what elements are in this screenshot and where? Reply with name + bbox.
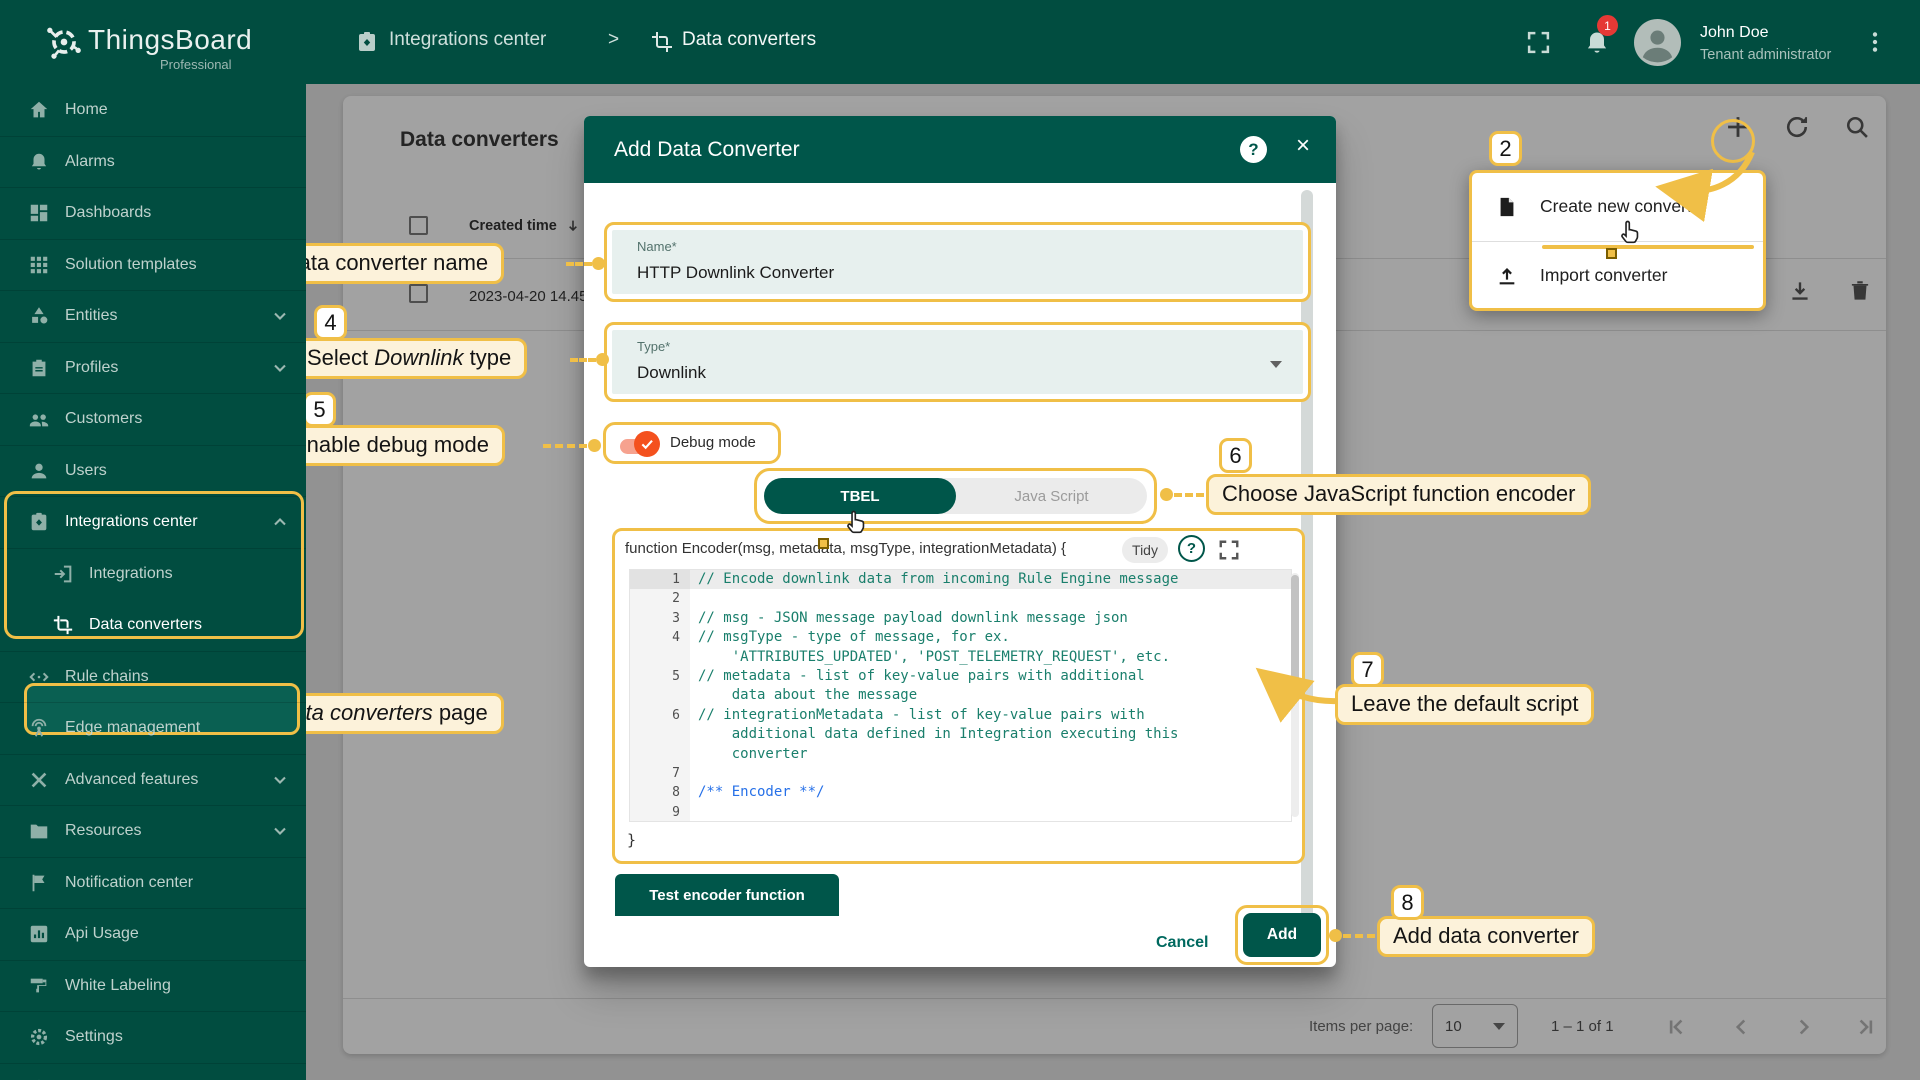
script-language-tabs: TBEL Java Script: [754, 468, 1157, 524]
encoder-function-editor: function Encoder(msg, metadata, msgType,…: [612, 528, 1305, 864]
data-converters-crop-icon: [650, 30, 674, 54]
callout-7-label: Leave the default script: [1335, 684, 1594, 725]
callout-6-anchor-dot: [1160, 488, 1173, 501]
callout-8-connector: [1343, 934, 1375, 938]
code-line: 'ATTRIBUTES_UPDATED', 'POST_TELEMETRY_RE…: [630, 648, 1291, 667]
menu-item-import-converter[interactable]: Import converter: [1472, 242, 1763, 309]
tidy-button[interactable]: Tidy: [1122, 537, 1168, 563]
click-indicator: [1606, 248, 1617, 259]
add-button[interactable]: Add: [1243, 913, 1321, 957]
debug-mode-toggle-group: Debug mode: [603, 422, 781, 464]
check-icon: [639, 436, 655, 452]
plus-button-highlight-ring: [1711, 119, 1755, 163]
name-field[interactable]: Name* HTTP Downlink Converter: [604, 222, 1311, 302]
name-field-label: Name*: [637, 239, 677, 254]
code-line: 9: [630, 803, 1291, 822]
integrations-center-icon: [355, 30, 379, 54]
function-signature: function Encoder(msg, metadata, msgType,…: [625, 540, 1066, 557]
brand-name: ThingsBoard: [88, 24, 252, 56]
dialog-header: Add Data Converter ? ×: [584, 116, 1336, 183]
code-line: 5// metadata - list of key-value pairs w…: [630, 667, 1291, 686]
tabs-track: TBEL Java Script: [764, 478, 1147, 514]
type-select[interactable]: Type* Downlink: [604, 322, 1311, 402]
code-line: 8/** Encoder **/: [630, 783, 1291, 802]
hand-cursor-icon: [842, 508, 870, 536]
avatar[interactable]: [1634, 19, 1681, 66]
dialog-title: Add Data Converter: [614, 138, 800, 162]
callout-4-connector: [570, 358, 596, 362]
add-data-converter-dialog: Add Data Converter ? × Name* HTTP Downli…: [584, 116, 1336, 967]
code-line: 2: [630, 589, 1291, 608]
user-name: John Doe: [1700, 24, 1769, 42]
chevron-down-icon: [1270, 361, 1282, 368]
callout-2-number: 2: [1489, 131, 1522, 166]
click-indicator: [818, 538, 829, 549]
callout-6-number: 6: [1219, 438, 1252, 473]
breadcrumb-separator: >: [608, 29, 619, 51]
callout-4-number: 4: [314, 305, 347, 340]
code-scrollbar-thumb[interactable]: [1291, 575, 1299, 695]
help-icon[interactable]: ?: [1240, 136, 1267, 163]
code-line: 6// integrationMetadata - list of key-va…: [630, 706, 1291, 725]
callout-5-connector: [543, 444, 587, 448]
sidebar-selected-highlight: [24, 683, 300, 735]
callout-8-label: Add data converter: [1377, 916, 1595, 957]
callout-4-anchor-dot: [596, 353, 609, 366]
callout-6-connector: [1174, 493, 1204, 497]
callout-3-anchor-dot: [592, 257, 605, 270]
callout-4-label: Select Downlink type: [291, 338, 527, 379]
closing-brace: }: [627, 831, 636, 849]
callout-5-anchor-dot: [588, 439, 601, 452]
code-line: additional data defined in Integration e…: [630, 725, 1291, 744]
hand-cursor-icon: [1616, 218, 1644, 246]
type-field-label: Type*: [637, 339, 670, 354]
file-icon: [1496, 196, 1518, 218]
app-header: ThingsBoard Professional Integrations ce…: [0, 0, 1920, 84]
code-line: 4// msgType - type of message, for ex.: [630, 628, 1291, 647]
editor-fullscreen-icon[interactable]: [1218, 539, 1240, 561]
code-line: converter: [630, 745, 1291, 764]
code-line: data about the message: [630, 686, 1291, 705]
notification-count-badge: 1: [1597, 15, 1618, 36]
code-line: 1// Encode downlink data from incoming R…: [630, 570, 1291, 589]
code-line: 3// msg - JSON message payload downlink …: [630, 609, 1291, 628]
callout-5-number: 5: [303, 392, 336, 427]
thingsboard-app: ThingsBoard Professional Integrations ce…: [0, 0, 1920, 1080]
callout-5-label: Enable debug mode: [276, 425, 505, 466]
upload-icon: [1496, 265, 1518, 287]
debug-mode-label: Debug mode: [670, 434, 756, 451]
close-icon[interactable]: ×: [1296, 134, 1310, 158]
user-role: Tenant administrator: [1700, 47, 1831, 63]
editor-help-icon[interactable]: ?: [1178, 535, 1205, 562]
thingsboard-logo-icon: [44, 22, 84, 62]
cancel-button[interactable]: Cancel: [1156, 934, 1208, 952]
test-encoder-function-button[interactable]: Test encoder function: [615, 874, 839, 916]
callout-3-connector: [566, 262, 592, 266]
name-field-value: HTTP Downlink Converter: [637, 263, 834, 283]
callout-7-number: 7: [1351, 652, 1384, 687]
tab-javascript[interactable]: Java Script: [956, 478, 1147, 514]
menu-item-underline-marker: [1542, 245, 1754, 249]
callout-8-anchor-dot: [1329, 929, 1342, 942]
type-field-value: Downlink: [637, 363, 706, 383]
callout-8-number: 8: [1391, 885, 1424, 920]
debug-toggle-thumb[interactable]: [634, 431, 660, 457]
fullscreen-icon[interactable]: [1526, 30, 1551, 55]
breadcrumb-parent[interactable]: Integrations center: [389, 29, 546, 51]
code-line: 7: [630, 764, 1291, 783]
breadcrumb-current: Data converters: [682, 29, 816, 51]
sidebar-nav: [0, 84, 306, 1080]
callout-6-label: Choose JavaScript function encoder: [1206, 474, 1591, 515]
code-editor-area[interactable]: 1// Encode downlink data from incoming R…: [629, 569, 1292, 822]
kebab-menu-icon[interactable]: [1862, 29, 1888, 55]
brand-edition: Professional: [160, 57, 232, 72]
